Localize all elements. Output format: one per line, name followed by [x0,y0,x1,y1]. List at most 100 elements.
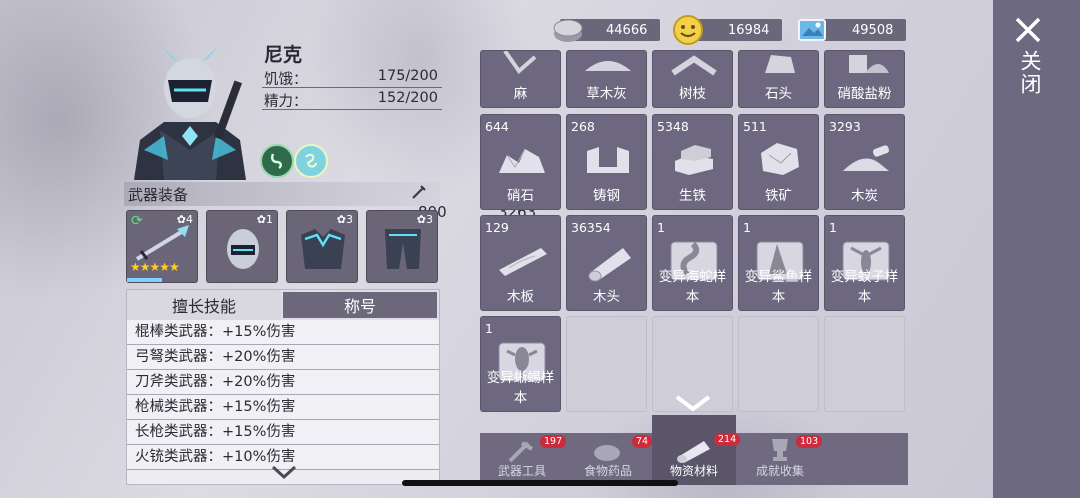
slot-progress [127,278,162,282]
coin-stack-icon [553,19,583,42]
stat-label: 精力： [264,94,308,110]
stat-hunger: 饥饿： 175/200 [262,68,442,88]
chevron-down-icon[interactable] [270,462,298,482]
close-label[interactable]: 关闭 [1015,50,1045,96]
item-name: 变异鲨鱼样本 [744,269,813,305]
item-count: 36354 [571,220,611,235]
item-count: 511 [743,119,767,134]
item-name: 麻 [513,86,528,102]
stat-label: 饥饿： [264,72,308,88]
item-name: 木炭 [851,188,878,204]
log-icon [588,248,631,282]
empty-slot [566,316,647,412]
stat-value: 152/200 [377,90,438,106]
trophy-icon [772,439,788,461]
category-bar: 197 武器工具 74 食物药品 214 物资材料 103 成就收集 [480,415,908,485]
item-name: 草木灰 [586,86,627,102]
character-portrait [134,44,246,180]
item-name: 木头 [593,289,620,305]
item-count: 644 [485,119,509,134]
skill-row: 弓弩类武器：+20%伤害 [127,345,439,370]
pig-iron-icon [675,145,713,175]
item-cell[interactable]: 129 木板 [480,215,561,311]
stat-value: 175/200 [377,68,438,84]
close-panel[interactable]: 关闭 [993,0,1080,498]
tab-titles[interactable]: 称号 [281,290,439,320]
tab-materials[interactable]: 214 物资材料 [652,415,741,485]
tab-skills[interactable]: 擅长技能 [127,290,281,320]
tab-achievements[interactable]: 103 成就收集 [738,433,823,485]
item-cell[interactable]: 1 变异海蛇样本 [652,215,733,311]
iron-ore-icon [761,143,799,175]
item-count: 3293 [829,119,861,134]
item-count: 1 [657,220,665,235]
tools-icon [508,441,534,463]
item-count: 1 [485,321,493,336]
ash-icon [585,61,631,71]
equip-slot-pants[interactable]: ✿3 [366,210,438,283]
item-cell[interactable]: 树枝 [652,50,733,108]
tab-weapons-tools[interactable]: 197 武器工具 [480,433,567,485]
item-cell[interactable]: 5348 生铁 [652,114,733,210]
item-cell[interactable]: 硝酸盐粉 [824,50,905,108]
smiley-coin-icon [673,15,703,45]
item-cell[interactable]: 268 铸钢 [566,114,647,210]
item-name: 铁矿 [765,188,792,204]
item-cell[interactable]: 1 变异鲨鱼样本 [738,215,819,311]
stomach-buff-icon[interactable] [260,144,294,178]
item-name: 硝石 [507,188,534,204]
home-indicator[interactable] [402,480,678,486]
item-name: 变异蜥蜴样本 [486,370,555,406]
item-cell[interactable]: 3293 木炭 [824,114,905,210]
stat-energy: 精力： 152/200 [262,90,442,110]
item-cell[interactable]: 511 铁矿 [738,114,819,210]
skill-row: 长枪类武器：+15%伤害 [127,420,439,445]
item-cell[interactable]: 644 硝石 [480,114,561,210]
armor-icon [301,229,345,269]
tab-food-medicine[interactable]: 74 食物药品 [566,433,653,485]
item-count: 268 [571,119,595,134]
item-cell[interactable]: 36354 木头 [566,215,647,311]
branch-icon [671,55,717,76]
item-cell[interactable]: 石头 [738,50,819,108]
empty-slot [824,316,905,412]
tab-label: 成就收集 [755,464,804,478]
count-badge: 214 [714,433,741,446]
weapon-equip-bar: 武器装备 800 ♥ 3263 [124,182,536,221]
hemp-icon [503,51,537,74]
equip-slot-helmet[interactable]: ✿1 [206,210,278,283]
item-name: 铸钢 [593,188,620,204]
sword-small-icon [412,185,428,203]
saltpeter-icon [499,148,545,173]
sword-icon [135,225,189,261]
item-cell[interactable]: 1 变异蚊子样本 [824,215,905,311]
count-badge: 103 [796,435,823,448]
item-cell[interactable]: 1 变异蜥蜴样本 [480,316,561,412]
weapon-equip-title: 武器装备 [128,185,189,204]
star-rating: ★★★★★ [130,260,180,274]
item-cell[interactable]: 麻 [480,50,561,108]
skills-panel: 擅长技能 称号 棍棒类武器：+15%伤害 弓弩类武器：+20%伤害 刀斧类武器：… [126,289,440,485]
item-name: 变异海蛇样本 [658,269,727,305]
equip-slot-armor[interactable]: ✿3 [286,210,358,283]
skill-row: 枪械类武器：+15%伤害 [127,395,439,420]
equip-slot-weapon[interactable]: ✿4 ⟳ ★★★★★ [126,210,198,283]
currency-value: 49508 [852,22,894,38]
item-cell[interactable]: 草木灰 [566,50,647,108]
close-icon[interactable] [1014,16,1042,44]
chevron-down-icon[interactable] [673,392,713,414]
item-count: 5348 [657,119,689,134]
item-name: 变异蚊子样本 [830,269,899,305]
energy-buff-icon[interactable] [294,144,328,178]
stone-icon [765,55,795,73]
currency-value: 44666 [606,22,648,38]
tab-label: 武器工具 [497,464,546,478]
skill-row: 棍棒类武器：+15%伤害 [127,320,439,345]
item-name: 树枝 [679,86,706,102]
skill-row: 刀斧类武器：+20%伤害 [127,370,439,395]
item-count: 1 [743,220,751,235]
photo-ticket-icon [798,19,826,41]
item-name: 硝酸盐粉 [837,86,892,102]
count-badge: 74 [632,435,653,448]
skills-tabs: 擅长技能 称号 [127,290,439,320]
